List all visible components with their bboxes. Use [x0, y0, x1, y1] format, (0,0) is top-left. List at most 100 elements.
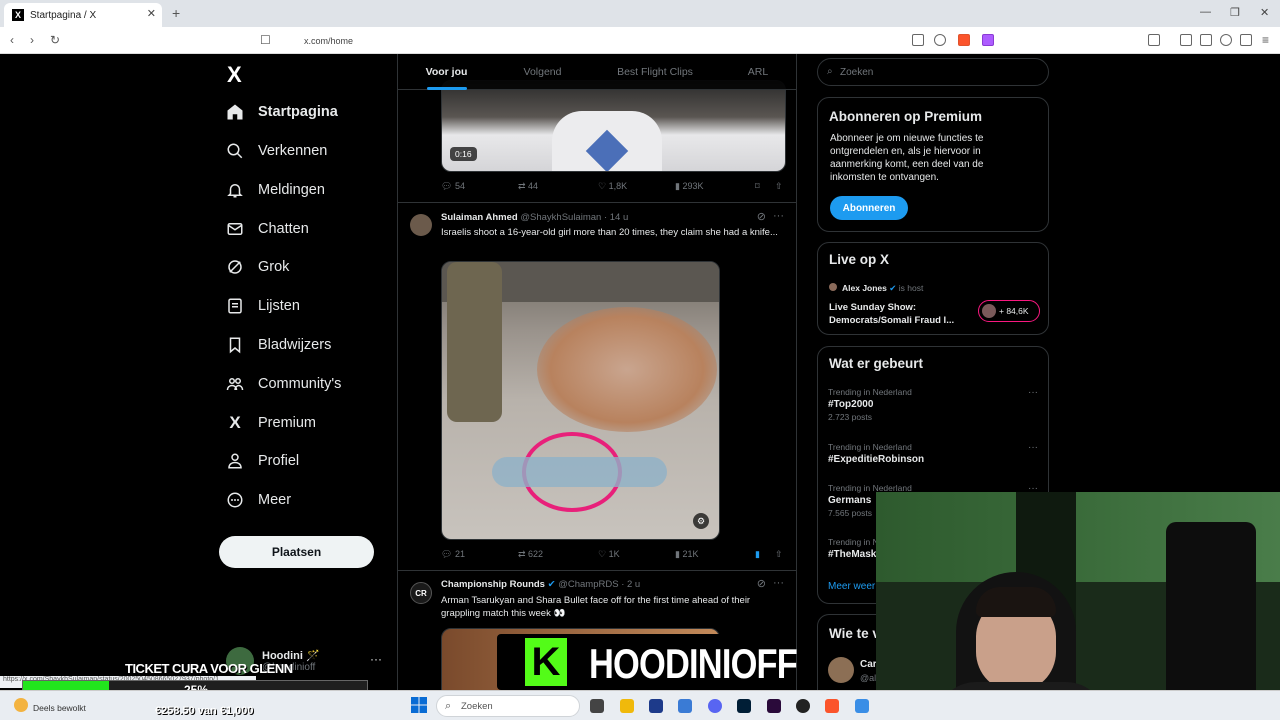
vpn-icon[interactable]: [1240, 34, 1252, 46]
reply-button[interactable]: 💬︎ 21: [441, 549, 465, 560]
nav-grok[interactable]: Grok: [226, 252, 289, 282]
minimize-icon[interactable]: —: [1200, 6, 1211, 18]
trend-item[interactable]: Trending in Nederland #Top2000 2.723 pos…: [828, 387, 1040, 422]
nav-bookmarks[interactable]: Bladwijzers: [226, 330, 331, 360]
like-button[interactable]: ♡ 1,8K: [598, 181, 627, 192]
share-icon[interactable]: [934, 34, 946, 46]
suggestion-name[interactable]: Car: [860, 659, 877, 670]
bookmark-button[interactable]: ▮: [755, 549, 760, 560]
obs-icon[interactable]: [796, 699, 810, 713]
repost-button[interactable]: ⇄ 44: [518, 181, 538, 192]
tweet-text: Arman Tsarukyan and Shara Bullet face of…: [441, 595, 751, 619]
premium-title: Abonneren op Premium: [829, 109, 983, 124]
browser-tab-bar: X Startpagina / X ✕ + — ❐ ✕: [0, 0, 1280, 27]
video-player[interactable]: 0:16: [441, 80, 786, 172]
grok-image-icon[interactable]: ⚙: [693, 513, 709, 529]
post-button[interactable]: Plaatsen: [219, 536, 374, 568]
taskbar-search[interactable]: ⌕ Zoeken: [436, 695, 580, 717]
x-logo-icon[interactable]: X: [227, 62, 242, 88]
brave-icon[interactable]: [825, 699, 839, 713]
photoshop-icon[interactable]: [737, 699, 751, 713]
mail-app-icon[interactable]: [678, 699, 692, 713]
sidebar-toggle-icon[interactable]: [1180, 34, 1192, 46]
avatar[interactable]: [828, 657, 854, 683]
views-button[interactable]: ▮ 293K: [675, 181, 703, 192]
share-button[interactable]: ⇧: [775, 549, 783, 560]
show-more-link[interactable]: Meer weer: [828, 581, 875, 592]
listener-count: + 84,6K: [999, 306, 1029, 316]
new-tab-button[interactable]: +: [172, 5, 180, 21]
x-premium-icon: X: [229, 413, 241, 432]
nav-more[interactable]: Meer: [226, 485, 291, 515]
tweet-text: Israelis shoot a 16-year-old girl more t…: [441, 227, 778, 238]
repost-button[interactable]: ⇄ 622: [518, 549, 543, 560]
author-handle[interactable]: @ShaykhSulaiman: [520, 212, 601, 223]
back-icon[interactable]: ‹: [10, 33, 14, 47]
app-icon[interactable]: [855, 699, 869, 713]
tab-arl[interactable]: ARL: [720, 54, 796, 90]
url-field[interactable]: x.com/home: [278, 31, 998, 50]
nav-communities[interactable]: Community's: [226, 369, 341, 399]
nav-explore[interactable]: Verkennen: [226, 136, 327, 166]
tweet-time[interactable]: · 2 u: [621, 579, 640, 590]
tweet-image[interactable]: ⚙: [441, 261, 720, 540]
host-line[interactable]: Alex Jones ✔ is host: [842, 283, 923, 294]
more-dots-icon[interactable]: ···: [370, 652, 382, 666]
views-button[interactable]: ▮ 21K: [675, 549, 698, 560]
webcam-overlay: [876, 492, 1280, 720]
brave-shield-icon[interactable]: [958, 34, 970, 46]
close-window-icon[interactable]: ✕: [1260, 6, 1269, 19]
more-dots-icon[interactable]: ···: [773, 577, 784, 589]
menu-icon[interactable]: ≡: [1262, 33, 1269, 47]
bookmark-page-icon[interactable]: ☐: [260, 33, 271, 47]
browser-tab[interactable]: X Startpagina / X ✕: [4, 3, 162, 27]
tab-for-you[interactable]: Voor jou: [398, 54, 495, 90]
like-button[interactable]: ♡ 1K: [598, 549, 620, 560]
author-name[interactable]: Sulaiman Ahmed: [441, 212, 518, 223]
author-handle[interactable]: @ChampRDS: [558, 579, 618, 590]
author-name[interactable]: Championship Rounds: [441, 579, 545, 590]
nav-notifications[interactable]: Meldingen: [226, 175, 325, 205]
nav-profile[interactable]: Profiel: [226, 446, 299, 476]
nav-chat[interactable]: Chatten: [226, 214, 309, 244]
file-explorer-icon[interactable]: [620, 699, 634, 713]
more-dots-icon[interactable]: ···: [773, 210, 784, 222]
grok-icon[interactable]: ⊘: [757, 210, 766, 223]
premiere-icon[interactable]: [767, 699, 781, 713]
tab-best-flight-clips[interactable]: Best Flight Clips: [590, 54, 720, 90]
listener-avatar: [982, 304, 996, 318]
rewards-icon[interactable]: [982, 34, 994, 46]
more-dots-icon[interactable]: ···: [1028, 387, 1038, 398]
windows-start-icon[interactable]: [411, 697, 427, 713]
avatar[interactable]: [410, 214, 432, 236]
store-icon[interactable]: [649, 699, 663, 713]
nav-lists[interactable]: Lijsten: [226, 291, 300, 321]
share-button[interactable]: ⇧: [775, 181, 783, 192]
nav-home[interactable]: Startpagina: [226, 97, 338, 127]
reader-icon[interactable]: [1148, 34, 1160, 46]
nav-premium[interactable]: X Premium: [226, 408, 316, 438]
more-dots-icon[interactable]: ···: [1028, 442, 1038, 453]
tab-following[interactable]: Volgend: [495, 54, 590, 90]
weather-icon[interactable]: [14, 698, 28, 712]
trend-item[interactable]: Trending in Nederland #ExpeditieRobinson…: [828, 442, 1040, 465]
reply-button[interactable]: 💬︎ 54: [441, 181, 465, 192]
wallet-icon[interactable]: [1200, 34, 1212, 46]
leo-icon[interactable]: [1220, 34, 1232, 46]
grok-icon[interactable]: ⊘: [757, 577, 766, 590]
forward-icon[interactable]: ›: [30, 33, 34, 47]
live-show-title[interactable]: Live Sunday Show: Democrats/Somali Fraud…: [829, 301, 969, 327]
reload-icon[interactable]: ↻: [50, 33, 60, 47]
search-input[interactable]: ⌕ Zoeken: [817, 58, 1049, 86]
avatar[interactable]: CR: [410, 582, 432, 604]
tab-close-icon[interactable]: ✕: [147, 7, 156, 20]
live-listeners-pill[interactable]: + 84,6K: [978, 300, 1040, 322]
cast-icon[interactable]: [912, 34, 924, 46]
weather-text[interactable]: Deels bewolkt: [33, 703, 86, 713]
task-view-icon[interactable]: [590, 699, 604, 713]
subscribe-button[interactable]: Abonneren: [830, 196, 908, 220]
discord-icon[interactable]: [708, 699, 722, 713]
maximize-icon[interactable]: ❐: [1230, 6, 1240, 19]
bookmark-button[interactable]: ⌑: [755, 181, 760, 192]
tweet-time[interactable]: · 14 u: [604, 212, 628, 223]
